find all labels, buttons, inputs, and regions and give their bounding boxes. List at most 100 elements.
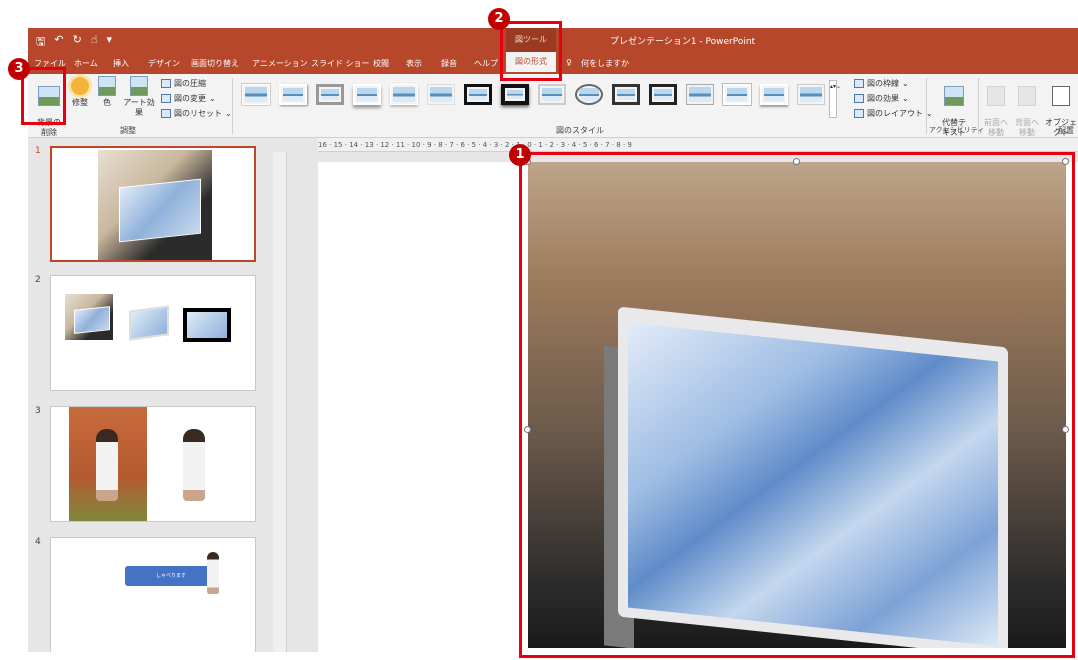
woman-figure (96, 429, 118, 501)
corrections-label: 修整 (72, 98, 88, 107)
horizontal-ruler: 16 · 15 · 14 · 13 · 12 · 11 · 10 · 9 · 8… (318, 138, 1078, 152)
woman-cutout (183, 429, 205, 501)
picture-style-15[interactable] (760, 84, 788, 105)
tab-transitions[interactable]: 画面切り替え (191, 58, 239, 69)
alt-text-icon (944, 86, 964, 106)
picture-style-14[interactable] (723, 84, 751, 105)
slide-thumbnail-1[interactable] (50, 146, 256, 262)
picture-style-13[interactable] (686, 84, 714, 105)
layout-icon (854, 109, 864, 118)
picture-style-4[interactable] (353, 84, 381, 105)
ruler-labels: 16 · 15 · 14 · 13 · 12 · 11 · 10 · 9 · 8… (318, 141, 632, 149)
compress-pictures-button[interactable]: 図の圧縮 (161, 78, 206, 89)
tell-me-box[interactable]: 何をしますか (581, 58, 629, 69)
group-divider (232, 78, 233, 134)
tab-review[interactable]: 校閲 (373, 58, 389, 69)
picture-layout-button[interactable]: 図のレイアウト ⌄ (854, 108, 933, 119)
corrections-button[interactable]: 修整 (68, 76, 92, 108)
speech-callout: しゃべります (125, 566, 217, 586)
slide-thumbnail-pane: 1 2 3 4 しゃべります (28, 138, 273, 652)
reset-picture-button[interactable]: 図のリセット ⌄ (161, 108, 232, 119)
compress-icon (161, 79, 171, 88)
tab-insert[interactable]: 挿入 (113, 58, 129, 69)
slide-number: 2 (35, 275, 41, 285)
compress-label: 図の圧縮 (174, 79, 206, 88)
sun-icon (71, 77, 89, 95)
laptop-photo (98, 150, 212, 260)
laptop-photo (65, 294, 113, 340)
picture-style-7[interactable] (464, 84, 492, 105)
arrange-group-label: 配置 (1058, 126, 1074, 135)
save-icon[interactable]: 🖫 (36, 33, 45, 52)
artistic-effects-label: アート効果 (123, 98, 155, 117)
picture-layout-label: 図のレイアウト (867, 109, 923, 118)
picture-style-3[interactable] (316, 84, 344, 105)
color-button[interactable]: 色 (96, 76, 118, 108)
tab-design[interactable]: デザイン (148, 58, 180, 69)
picture-style-12[interactable] (649, 84, 677, 105)
annotation-badge-3: 3 (8, 58, 30, 80)
highlight-remove-background (21, 67, 66, 125)
slide-thumbnail-4[interactable]: しゃべります (50, 537, 256, 652)
change-picture-button[interactable]: 図の変更 ⌄ (161, 93, 216, 104)
tab-help[interactable]: ヘルプ (474, 58, 498, 69)
bring-forward-icon (987, 86, 1005, 106)
border-icon (854, 79, 864, 88)
picture-styles-gallery: ▴▾⌄ (238, 76, 841, 124)
undo-icon[interactable]: ↶ (54, 33, 63, 52)
vertical-ruler (273, 152, 287, 652)
redo-icon[interactable]: ↻ (73, 33, 82, 52)
touch-mode-icon[interactable]: ☝ (91, 33, 98, 52)
tab-home[interactable]: ホーム (74, 58, 98, 69)
picture-style-6[interactable] (427, 84, 455, 105)
send-backward-label: 背面へ 移動 (1015, 118, 1039, 137)
ribbon: 背景の 削除 修整 色 アート効果 図の圧縮 図の変更 ⌄ 図のリセット ⌄ 調… (28, 74, 1078, 147)
picture-style-10[interactable] (575, 84, 603, 105)
picture-border-button[interactable]: 図の枠線 ⌄ (854, 78, 909, 89)
slide-number: 3 (35, 406, 41, 416)
change-picture-label: 図の変更 (174, 94, 206, 103)
artistic-effects-icon (130, 76, 148, 96)
color-label: 色 (103, 98, 111, 107)
picture-style-11[interactable] (612, 84, 640, 105)
picture-style-8[interactable] (501, 84, 529, 105)
annotation-badge-2: 2 (488, 8, 510, 30)
tab-view[interactable]: 表示 (406, 58, 422, 69)
tab-record[interactable]: 録音 (441, 58, 457, 69)
slide-thumbnail-3[interactable] (50, 406, 256, 522)
artistic-effects-button[interactable]: アート効果 (121, 76, 157, 118)
send-backward-button[interactable]: 背面へ 移動 (1012, 76, 1042, 138)
woman-cutout (207, 552, 219, 594)
tab-slideshow[interactable]: スライド ショー (311, 58, 370, 69)
picture-styles-group-label: 図のスタイル (556, 126, 604, 135)
lightbulb-icon: ♀ (566, 58, 572, 67)
window-title: プレゼンテーション1 - PowerPoint (610, 37, 756, 47)
gallery-scroll-button[interactable]: ▴▾⌄ (829, 80, 841, 118)
picture-style-1[interactable] (242, 84, 270, 105)
bring-forward-label: 前面へ 移動 (984, 118, 1008, 137)
laptop-cutout (129, 305, 169, 341)
effects-icon (854, 94, 864, 103)
picture-style-9[interactable] (538, 84, 566, 105)
highlight-picture-format-tab (500, 21, 562, 81)
picture-effects-label: 図の効果 (867, 94, 899, 103)
change-picture-icon (161, 94, 171, 103)
selection-pane-icon (1052, 86, 1070, 106)
customize-icon[interactable]: ▾ (107, 33, 113, 52)
adjust-group-label: 調整 (120, 126, 136, 135)
slide-number: 4 (35, 537, 41, 547)
accessibility-group-label: アクセシビリティ (929, 126, 985, 134)
color-icon (98, 76, 116, 96)
picture-effects-button[interactable]: 図の効果 ⌄ (854, 93, 909, 104)
bring-forward-button[interactable]: 前面へ 移動 (981, 76, 1011, 138)
picture-border-label: 図の枠線 (867, 79, 899, 88)
picture-style-5[interactable] (390, 84, 418, 105)
reset-picture-icon (161, 109, 171, 118)
picture-style-16[interactable] (797, 84, 825, 105)
group-divider (978, 78, 979, 134)
tab-animations[interactable]: アニメーション (252, 58, 308, 69)
reset-picture-label: 図のリセット (174, 109, 222, 118)
picture-style-2[interactable] (279, 84, 307, 105)
slide-thumbnail-2[interactable] (50, 275, 256, 391)
laptop-framed (183, 308, 231, 342)
